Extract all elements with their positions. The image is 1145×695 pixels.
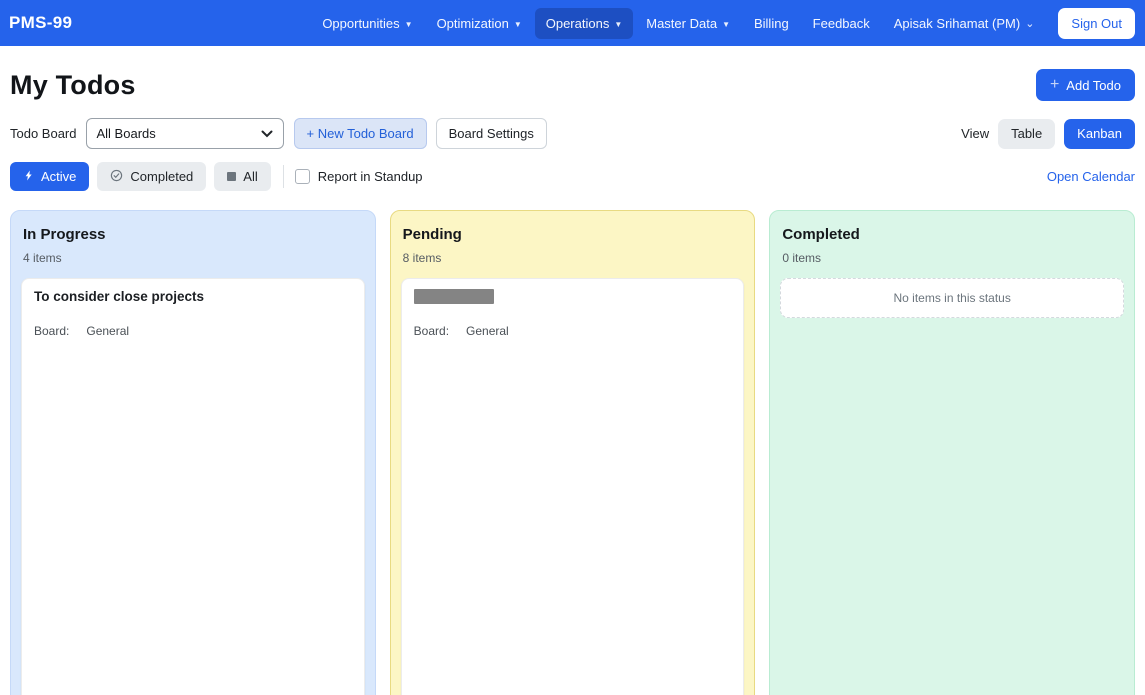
- divider: [283, 165, 284, 188]
- empty-placeholder: No items in this status: [780, 278, 1124, 318]
- column-count: 4 items: [23, 251, 363, 265]
- caret-down-icon: ▼: [722, 20, 730, 29]
- square-icon: [227, 172, 236, 181]
- nav-item-billing[interactable]: Billing: [743, 8, 800, 39]
- board-select-value: All Boards: [97, 126, 156, 141]
- kanban-board: In Progress 4 items To consider close proj…: [10, 210, 1135, 695]
- add-todo-label: Add Todo: [1066, 78, 1121, 93]
- nav-items: Opportunities▼Optimization▼Operations▼Ma…: [310, 8, 1046, 39]
- card-board-label: Board:: [414, 324, 449, 695]
- todo-card[interactable]: Board:GeneralClient:Due:Oct 31, 2026LOW: [401, 278, 745, 695]
- filter-completed-button[interactable]: Completed: [97, 162, 206, 191]
- todo-board-label: Todo Board: [10, 126, 77, 141]
- column-count: 8 items: [403, 251, 743, 265]
- kanban-column-completed: Completed 0 items No items in this status: [769, 210, 1135, 695]
- caret-down-icon: ▼: [405, 20, 413, 29]
- view-switcher: View Table Kanban: [961, 119, 1135, 149]
- card-board-value: General: [86, 324, 129, 695]
- add-todo-button[interactable]: + Add Todo: [1036, 69, 1135, 101]
- kanban-column-pending: Pending8 items Board:GeneralClient:Due:O…: [390, 210, 756, 695]
- chevron-down-icon: ⌄: [1025, 17, 1034, 30]
- nav-item-optimization[interactable]: Optimization▼: [426, 8, 533, 39]
- filter-active-button[interactable]: Active: [10, 162, 89, 191]
- column-title: Completed: [782, 226, 1122, 243]
- report-in-standup-label: Report in Standup: [318, 169, 423, 184]
- card-title: [414, 289, 732, 305]
- sign-out-button[interactable]: Sign Out: [1058, 8, 1135, 39]
- navbar: PMS-99 Opportunities▼Optimization▼Operat…: [0, 0, 1145, 46]
- main-content: My Todos + Add Todo Todo Board All Board…: [0, 69, 1145, 695]
- open-calendar-link[interactable]: Open Calendar: [1047, 169, 1135, 184]
- card-board: Board: General: [34, 324, 352, 695]
- check-circle-icon: [110, 169, 123, 185]
- card-board-value: General: [466, 324, 509, 695]
- nav-item-feedback[interactable]: Feedback: [802, 8, 881, 39]
- filter-all-button[interactable]: All: [214, 162, 270, 191]
- nav-item-opportunities[interactable]: Opportunities▼: [311, 8, 423, 39]
- kanban-column-in-progress: In Progress 4 items To consider close proj…: [10, 210, 376, 695]
- todo-card[interactable]: To consider close projects Board: General…: [21, 278, 365, 695]
- nav-item-apisak-srihamat-pm[interactable]: Apisak Srihamat (PM)⌄: [883, 8, 1046, 39]
- column-count: 0 items: [782, 251, 1122, 265]
- board-select[interactable]: All Boards: [86, 118, 284, 149]
- nav-item-master-data[interactable]: Master Data▼: [635, 8, 741, 39]
- filter-all-label: All: [243, 169, 257, 184]
- plus-icon: +: [1050, 76, 1059, 94]
- card-board-label: Board:: [34, 324, 69, 695]
- view-table-button[interactable]: Table: [998, 119, 1055, 149]
- nav-item-operations[interactable]: Operations▼: [535, 8, 634, 39]
- card-title: To consider close projects: [34, 289, 352, 305]
- board-settings-button[interactable]: Board Settings: [436, 118, 547, 149]
- card-title-text: To consider close projects: [34, 289, 204, 304]
- app-brand: PMS-99: [9, 13, 72, 33]
- page-header: My Todos + Add Todo: [10, 69, 1135, 101]
- chevron-down-icon: [261, 126, 273, 141]
- board-bar: Todo Board All Boards + New Todo Board B…: [10, 118, 1135, 149]
- filter-bar: Active Completed All Report in Standup O…: [10, 162, 1135, 191]
- redacted-text: [414, 289, 494, 304]
- filter-active-label: Active: [41, 169, 76, 184]
- card-board: Board: General: [414, 324, 732, 695]
- column-title: Pending: [403, 226, 743, 243]
- column-title: In Progress: [23, 226, 363, 243]
- filter-completed-label: Completed: [130, 169, 193, 184]
- new-todo-board-button[interactable]: + New Todo Board: [294, 118, 427, 149]
- caret-down-icon: ▼: [614, 20, 622, 29]
- lightning-bolt-icon: [23, 169, 34, 185]
- view-label: View: [961, 126, 989, 141]
- page-title: My Todos: [10, 70, 136, 101]
- caret-down-icon: ▼: [514, 20, 522, 29]
- view-kanban-button[interactable]: Kanban: [1064, 119, 1135, 149]
- report-in-standup-checkbox[interactable]: [295, 169, 310, 184]
